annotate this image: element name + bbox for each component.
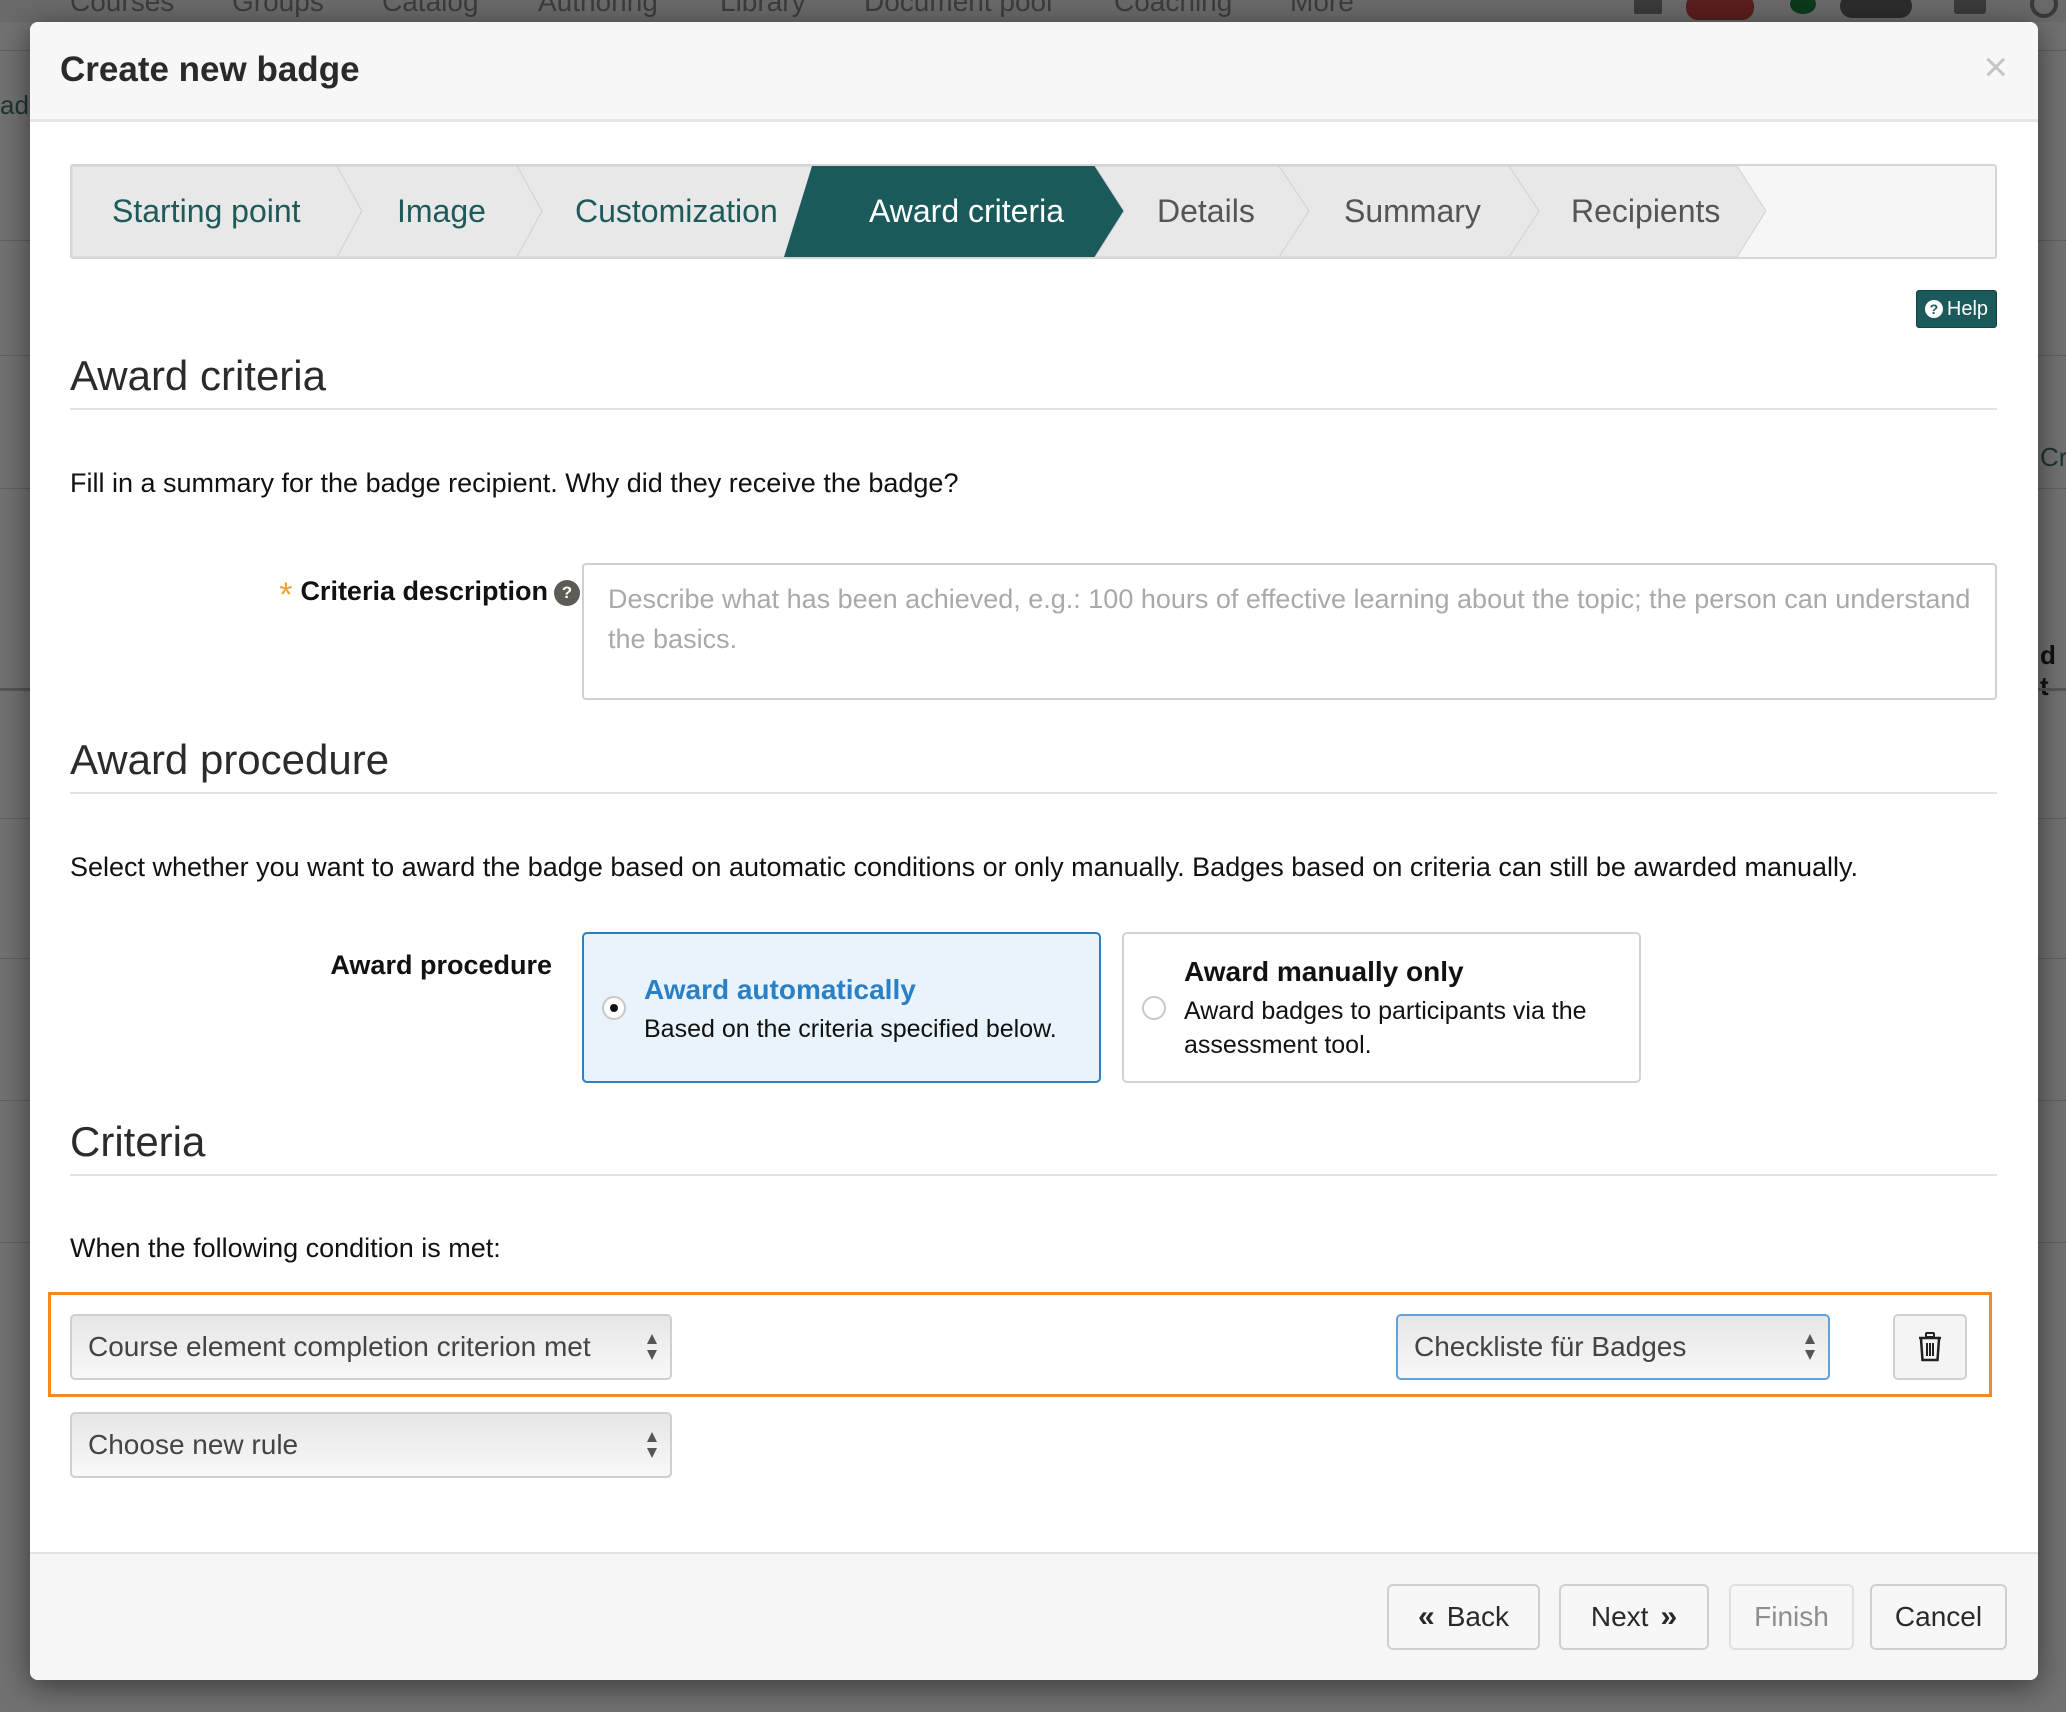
nav-item-courses[interactable]: Courses [70,0,174,18]
new-rule-select[interactable]: Choose new rule [70,1412,672,1478]
criteria-description-label: * Criteria description? [279,570,580,614]
create-badge-dialog: Create new badge × Starting point Image … [30,22,2038,1680]
nav-item-catalog[interactable]: Catalog [382,0,479,18]
divider [70,1174,1997,1176]
delete-rule-button[interactable] [1893,1314,1967,1380]
option-description: Based on the criteria specified below. [644,1015,1057,1043]
double-chevron-right-icon: » [1660,1600,1678,1633]
back-label: Back [1446,1601,1509,1632]
condition-select-value: Course element completion criterion met [88,1331,591,1362]
cancel-label: Cancel [1894,1601,1983,1632]
radio-award-automatically[interactable] [602,996,626,1020]
option-title: Award manually only [1184,956,1464,987]
option-award-automatically[interactable]: Award automatically Based on the criteri… [582,932,1101,1083]
next-label: Next [1590,1601,1649,1632]
wizard-steps: Starting point Image Customization Award… [70,164,1997,259]
radio-award-manually-only[interactable] [1142,996,1166,1020]
wizard-step-starting-point[interactable]: Starting point [112,166,301,257]
condition-select[interactable]: Course element completion criterion met [70,1314,672,1380]
option-title: Award automatically [644,974,916,1005]
nav-item-coaching[interactable]: Coaching [1114,0,1232,18]
course-element-select-value: Checkliste für Badges [1414,1331,1687,1362]
close-icon[interactable]: × [1983,46,2008,88]
option-award-manually-only[interactable]: Award manually only Award badges to part… [1122,932,1641,1083]
background-text-fragment: ad [0,90,29,120]
finish-button[interactable]: Finish [1729,1584,1854,1650]
divider [70,792,1997,794]
help-button[interactable]: ? Help [1916,290,1997,328]
select-arrows-icon [647,1432,657,1458]
dialog-footer: « Back Next » Finish Cancel [30,1552,2038,1680]
help-label: Help [1946,297,1989,320]
back-button[interactable]: « Back [1387,1584,1540,1650]
divider [70,408,1997,410]
wizard-step-customization[interactable]: Customization [575,166,778,257]
help-icon: ? [1924,300,1943,318]
print-icon[interactable] [1954,0,1986,14]
dialog-title: Create new badge [60,50,360,89]
next-button[interactable]: Next » [1559,1584,1709,1650]
dialog-header: Create new badge × [30,22,2038,122]
counter-badge[interactable] [1840,0,1912,18]
info-icon[interactable]: ? [554,580,580,606]
calendar-icon[interactable] [1634,0,1662,14]
wizard-step-award-criteria[interactable]: Award criteria [869,166,1064,257]
award-procedure-label: Award procedure [330,950,552,980]
top-navigation: Courses Groups Catalog Authoring Library… [0,0,2066,22]
finish-label: Finish [1754,1601,1829,1632]
section-title-award-procedure: Award procedure [70,736,390,783]
required-marker: * [279,576,293,614]
course-element-select[interactable]: Checkliste für Badges [1396,1314,1830,1380]
background-text-fragment: Cr [2040,442,2066,472]
wizard-step-details[interactable]: Details [1157,166,1255,257]
nav-item-authoring[interactable]: Authoring [538,0,658,18]
wizard-step-image[interactable]: Image [397,166,486,257]
cancel-button[interactable]: Cancel [1870,1584,2007,1650]
award-procedure-intro: Select whether you want to award the bad… [70,852,1859,882]
nav-item-document-pool[interactable]: Document pool [864,0,1052,18]
section-title-award-criteria: Award criteria [70,352,326,399]
nav-item-groups[interactable]: Groups [232,0,324,18]
trash-icon [1919,1332,1941,1362]
wizard-step-recipients[interactable]: Recipients [1571,166,1720,257]
criteria-description-label-text: Criteria description [300,576,548,606]
select-arrows-icon [647,1334,657,1360]
criteria-description-input[interactable] [582,563,1997,700]
nav-item-library[interactable]: Library [720,0,806,18]
criteria-intro: When the following condition is met: [70,1233,501,1263]
nav-item-more[interactable]: More [1290,0,1354,18]
wizard-step-summary[interactable]: Summary [1344,166,1481,257]
award-criteria-intro: Fill in a summary for the badge recipien… [70,468,959,498]
status-dot-icon [1790,0,1816,14]
timer-badge-icon[interactable] [1686,0,1754,20]
option-description: Award badges to participants via the ass… [1184,997,1587,1059]
double-chevron-left-icon: « [1418,1600,1435,1633]
select-arrows-icon [1805,1334,1815,1360]
new-rule-select-value: Choose new rule [88,1429,299,1460]
background-text-fragment: d t [2040,640,2056,701]
section-title-criteria: Criteria [70,1118,206,1165]
search-icon[interactable] [2030,0,2058,18]
